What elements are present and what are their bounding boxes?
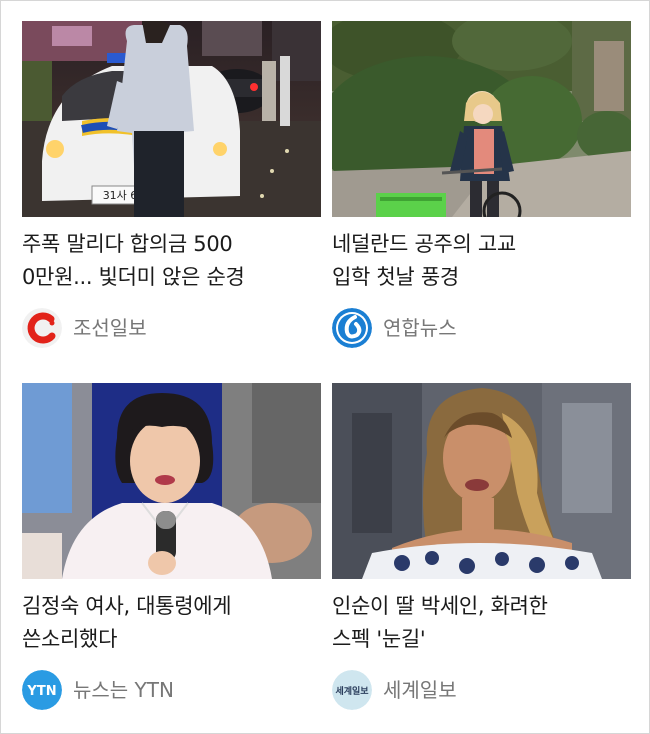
ytn-logo-text: YTN (26, 684, 56, 699)
source-name: 뉴스는 YTN (73, 678, 174, 702)
news-source[interactable]: 조선일보 (22, 308, 321, 348)
news-thumbnail[interactable] (22, 383, 321, 579)
news-card[interactable]: 네덜란드 공주의 고교 입학 첫날 풍경 연합뉴스 (332, 21, 631, 351)
chosun-logo-icon (22, 308, 62, 348)
news-card[interactable]: 인순이 딸 박세인, 화려한 스펙 '눈길' 세계일보 세계일보 (332, 383, 631, 713)
news-headline[interactable]: 김정숙 여사, 대통령에게 쓴소리했다 (22, 590, 321, 656)
police-car-photo: 31사 683 (22, 21, 321, 217)
source-name: 연합뉴스 (383, 316, 457, 340)
news-source[interactable]: 연합뉴스 (332, 308, 631, 348)
girl-bicycle-photo (332, 21, 631, 217)
yonhap-logo-icon (332, 308, 372, 348)
woman-speaking-photo (22, 383, 321, 579)
news-headline[interactable]: 주폭 말리다 합의금 500 0만원... 빛더미 앉은 순경 (22, 228, 321, 294)
segye-logo-icon: 세계일보 (332, 670, 372, 710)
woman-interview-photo (332, 383, 631, 579)
news-headline[interactable]: 네덜란드 공주의 고교 입학 첫날 풍경 (332, 228, 631, 294)
source-name: 세계일보 (383, 678, 457, 702)
news-feed-frame: 31사 683 주폭 말리다 합의금 500 0만원... 빛더미 앉은 순경 (0, 0, 650, 734)
news-thumbnail[interactable] (332, 383, 631, 579)
news-card[interactable]: 김정숙 여사, 대통령에게 쓴소리했다 YTN 뉴스는 YTN (22, 383, 321, 713)
ytn-logo-icon: YTN (22, 670, 62, 710)
news-headline[interactable]: 인순이 딸 박세인, 화려한 스펙 '눈길' (332, 590, 631, 656)
news-card[interactable]: 31사 683 주폭 말리다 합의금 500 0만원... 빛더미 앉은 순경 (22, 21, 321, 351)
news-source[interactable]: YTN 뉴스는 YTN (22, 670, 321, 710)
segye-logo-text: 세계일보 (335, 685, 369, 697)
news-thumbnail[interactable]: 31사 683 (22, 21, 321, 217)
source-name: 조선일보 (73, 316, 147, 340)
news-source[interactable]: 세계일보 세계일보 (332, 670, 631, 710)
news-thumbnail[interactable] (332, 21, 631, 217)
